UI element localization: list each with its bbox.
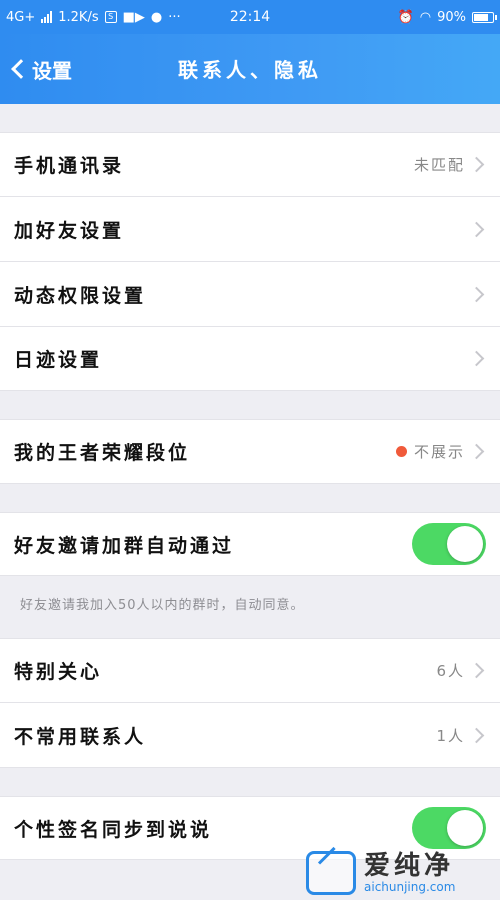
battery-percent: 90% (437, 9, 466, 25)
row-value: 不展示 (413, 443, 465, 461)
row-value: 6人 (436, 662, 465, 680)
row-label: 不常用联系人 (14, 725, 147, 748)
special-care-row[interactable]: 特别关心 6人 (0, 638, 500, 703)
sim-icon: S (104, 11, 117, 23)
status-dot (395, 446, 407, 457)
row-value: 未匹配 (413, 156, 465, 174)
auto-join-hint: 好友邀请我加入50人以内的群时，自动同意。 (20, 598, 305, 613)
watermark-main: 爱纯净 (364, 851, 455, 881)
nav-header: 设置 联系人、隐私 (0, 34, 500, 104)
network-speed: 1.2K/s (58, 9, 99, 25)
chevron-right-icon (468, 727, 485, 743)
chevron-right-icon (468, 350, 485, 367)
footprint-settings-row[interactable]: 日迹设置 (0, 327, 500, 391)
chat-icon: ● (150, 9, 163, 25)
watermark: 爱纯净 aichunjing.com (306, 846, 500, 900)
add-friend-settings-row[interactable]: 加好友设置 (0, 197, 500, 262)
row-value: 1人 (436, 726, 465, 745)
toggle-knob (447, 526, 483, 562)
toggle-knob (447, 810, 483, 846)
video-icon: ■▶ (122, 9, 145, 25)
battery-icon (472, 11, 497, 23)
auto-join-group-toggle[interactable] (412, 523, 486, 565)
row-label: 日迹设置 (14, 349, 103, 371)
page-title: 联系人、隐私 (178, 58, 322, 82)
row-label: 特别关心 (14, 661, 103, 683)
row-label: 好友邀请加群自动通过 (14, 534, 235, 557)
chevron-right-icon (468, 156, 485, 173)
infrequent-contacts-row[interactable]: 不常用联系人 1人 (0, 703, 500, 768)
sync-signature-toggle[interactable] (412, 807, 486, 849)
signal-icon (41, 11, 53, 23)
phone-contacts-row[interactable]: 手机通讯录 未匹配 (0, 132, 500, 197)
wifi-icon: ◠ (419, 9, 432, 25)
chevron-right-icon (468, 221, 485, 237)
row-label: 手机通讯录 (14, 155, 125, 177)
feed-permissions-row[interactable]: 动态权限设置 (0, 262, 500, 327)
more-icon: ··· (168, 9, 181, 25)
network-type: 4G+ (6, 9, 36, 25)
row-label: 个性签名同步到说说 (14, 818, 213, 841)
auto-join-group-row: 好友邀请加群自动通过 (0, 512, 500, 576)
watermark-logo-icon (306, 851, 356, 895)
row-label: 加好友设置 (14, 219, 125, 242)
chevron-right-icon (468, 662, 485, 679)
chevron-right-icon (468, 286, 485, 302)
row-label: 我的王者荣耀段位 (14, 442, 191, 464)
watermark-sub: aichunjing.com (364, 880, 456, 894)
status-bar: 4G+ 1.2K/s S ■▶ ● ··· 22:14 ⏰ ◠ 90% (0, 0, 500, 34)
row-label: 动态权限设置 (14, 284, 147, 307)
chevron-right-icon (468, 443, 485, 460)
alarm-icon: ⏰ (397, 9, 414, 25)
honor-rank-row[interactable]: 我的王者荣耀段位 不展示 (0, 419, 500, 484)
